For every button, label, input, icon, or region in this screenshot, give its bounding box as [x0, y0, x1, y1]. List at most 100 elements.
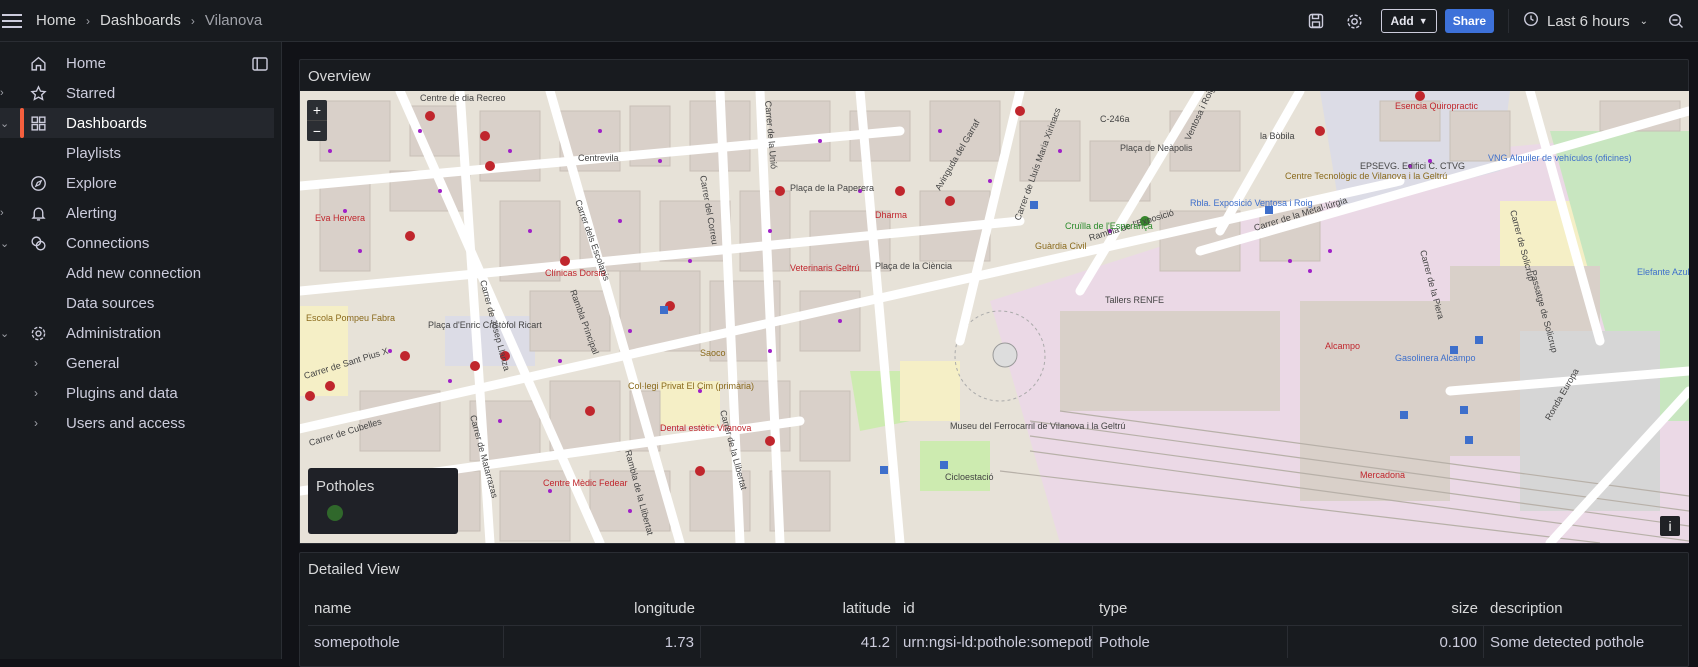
sidebar-item-connections[interactable]: ⌄ Connections [0, 228, 274, 258]
top-bar: Home › Dashboards › Vilanova Add ▼ Share… [0, 0, 1698, 42]
table-cell: 0.100 [1288, 626, 1484, 658]
legend-dot [327, 505, 343, 521]
table-cell: somepothole [308, 626, 504, 658]
sidebar-item-dashboards[interactable]: ⌄ Dashboards [0, 108, 274, 138]
save-icon[interactable] [1300, 5, 1332, 37]
map-label: Plaça d'Enric Cristòfol Ricart [428, 320, 542, 330]
map-label: Rbla. Exposició Ventosa i Roig [1190, 198, 1313, 208]
table-row[interactable]: somepothole 1.73 41.2 urn:ngsi-ld:pothol… [308, 625, 1682, 658]
breadcrumb-home[interactable]: Home [36, 12, 76, 29]
sidebar-item-general[interactable]: › General [0, 348, 274, 378]
time-range-picker[interactable]: Last 6 hours ⌄ [1508, 9, 1648, 33]
sidebar-item-explore[interactable]: Explore [0, 168, 274, 198]
sidebar-item-starred[interactable]: › Starred [0, 78, 274, 108]
panel-title: Overview [308, 68, 371, 85]
add-button[interactable]: Add ▼ [1381, 9, 1437, 33]
breadcrumb-dashboards[interactable]: Dashboards [100, 12, 181, 29]
sidebar-item-label: Plugins and data [66, 384, 178, 402]
column-header-latitude[interactable]: latitude [701, 592, 897, 624]
sidebar-item-administration[interactable]: ⌄ Administration [0, 318, 274, 348]
map-label: Centre de dia Recreo [420, 93, 506, 103]
sidebar-item-plugins-and-data[interactable]: › Plugins and data [0, 378, 274, 408]
menu-icon[interactable] [0, 9, 24, 33]
cog-icon [28, 323, 48, 343]
map-label: Clínicas Dorsia [545, 268, 606, 278]
column-header-description[interactable]: description [1484, 592, 1682, 624]
sidebar-item-home[interactable]: Home [0, 48, 274, 78]
sidebar-item-label: Explore [66, 174, 117, 192]
sidebar-item-label: Add new connection [66, 264, 202, 282]
zoom-out-icon[interactable] [1660, 5, 1692, 37]
map-label: la Bòbila [1260, 131, 1295, 141]
sidebar-item-label: Users and access [66, 414, 186, 432]
sidebar-item-label: Data sources [66, 294, 155, 312]
sidebar: Home › Starred ⌄ Dashboards Playlists Ex… [0, 42, 282, 659]
chevron-right-icon[interactable]: › [0, 87, 8, 99]
table-cell: urn:ngsi-ld:pothole:somepothole [897, 626, 1093, 658]
chevron-down-icon[interactable]: ⌄ [0, 117, 9, 130]
map-label: Guàrdia Civil [1035, 241, 1087, 251]
sidebar-item-label: Home [66, 54, 107, 72]
compass-icon [28, 173, 48, 193]
map-label: Plaça de la Paperera [790, 183, 874, 193]
sidebar-item-add-new-connection[interactable]: Add new connection [0, 258, 274, 288]
zoom-in-button[interactable]: + [307, 100, 327, 120]
column-header-longitude[interactable]: longitude [504, 592, 701, 624]
table-cell: 1.73 [504, 626, 701, 658]
map-label: Cicloestació [945, 472, 994, 482]
map-label: Esencia Quiropractic [1395, 101, 1479, 111]
zoom-out-button[interactable]: − [307, 120, 327, 141]
panel-title: Detailed View [308, 561, 400, 578]
home-icon [28, 53, 48, 73]
column-header-id[interactable]: id [897, 592, 1093, 624]
map-label: Saoco [700, 348, 726, 358]
time-range-label: Last 6 hours [1547, 12, 1630, 30]
sidebar-item-label: Playlists [66, 144, 122, 162]
map-label: Veterinaris Geltrú [790, 263, 860, 273]
sidebar-item-label: Administration [66, 324, 162, 342]
sidebar-item-playlists[interactable]: Playlists [0, 138, 274, 168]
map-label: Col·legi Privat El Cim (primària) [628, 381, 754, 391]
map-label: Gasolinera Alcampo [1395, 353, 1476, 363]
table-header: name longitude latitude id type size des… [308, 592, 1682, 624]
chevron-down-icon[interactable]: ⌄ [0, 327, 9, 340]
table-cell: Some detected pothole [1490, 633, 1645, 651]
chevron-right-icon[interactable]: › [34, 356, 38, 370]
map-label: Cruïlla de l'Esperança [1065, 221, 1153, 231]
map-label: Centre Tecnològic de Vilanova i la Geltr… [1285, 171, 1447, 181]
info-icon[interactable]: i [1660, 516, 1680, 536]
sidebar-item-label: Alerting [66, 204, 117, 222]
map-view[interactable]: Plaça de la Paperera Plaça de la Ciència… [300, 91, 1689, 543]
sidebar-item-users-and-access[interactable]: › Users and access [0, 408, 274, 438]
column-header-type[interactable]: type [1093, 592, 1288, 624]
chevron-right-icon[interactable]: › [34, 386, 38, 400]
map-label: Escola Pompeu Fabra [306, 313, 395, 323]
active-indicator [20, 108, 24, 138]
bell-icon [28, 203, 48, 223]
map-label: Eva Hervera [315, 213, 365, 223]
sidebar-item-label: General [66, 354, 120, 372]
map-label: Centre Mèdic Fedear [543, 478, 628, 488]
column-header-name[interactable]: name [308, 592, 504, 624]
map-legend: Potholes [308, 468, 458, 534]
chevron-right-icon: › [190, 13, 195, 28]
chevron-right-icon: › [86, 13, 91, 28]
map-label: Plaça de Neàpolis [1120, 143, 1193, 153]
chevron-down-icon[interactable]: ⌄ [0, 237, 9, 250]
chevron-right-icon[interactable]: › [34, 416, 38, 430]
map-label: Plaça de la Ciència [875, 261, 952, 271]
map-label: VNG Alquiler de vehículos (oficines) [1488, 153, 1632, 163]
star-icon [28, 83, 48, 103]
gear-icon[interactable] [1338, 5, 1370, 37]
sidebar-item-label: Connections [66, 234, 150, 252]
share-button[interactable]: Share [1444, 9, 1495, 33]
clock-icon [1523, 11, 1539, 31]
sidebar-item-data-sources[interactable]: Data sources [0, 288, 274, 318]
map-label: Dental estètic Vilanova [660, 423, 751, 433]
sidebar-item-alerting[interactable]: › Alerting [0, 198, 274, 228]
column-header-size[interactable]: size [1288, 592, 1484, 624]
chevron-right-icon[interactable]: › [0, 207, 8, 219]
sidebar-item-label: Dashboards [66, 114, 147, 132]
chevron-down-icon: ⌄ [1639, 15, 1648, 27]
add-button-label: Add [1390, 14, 1414, 28]
